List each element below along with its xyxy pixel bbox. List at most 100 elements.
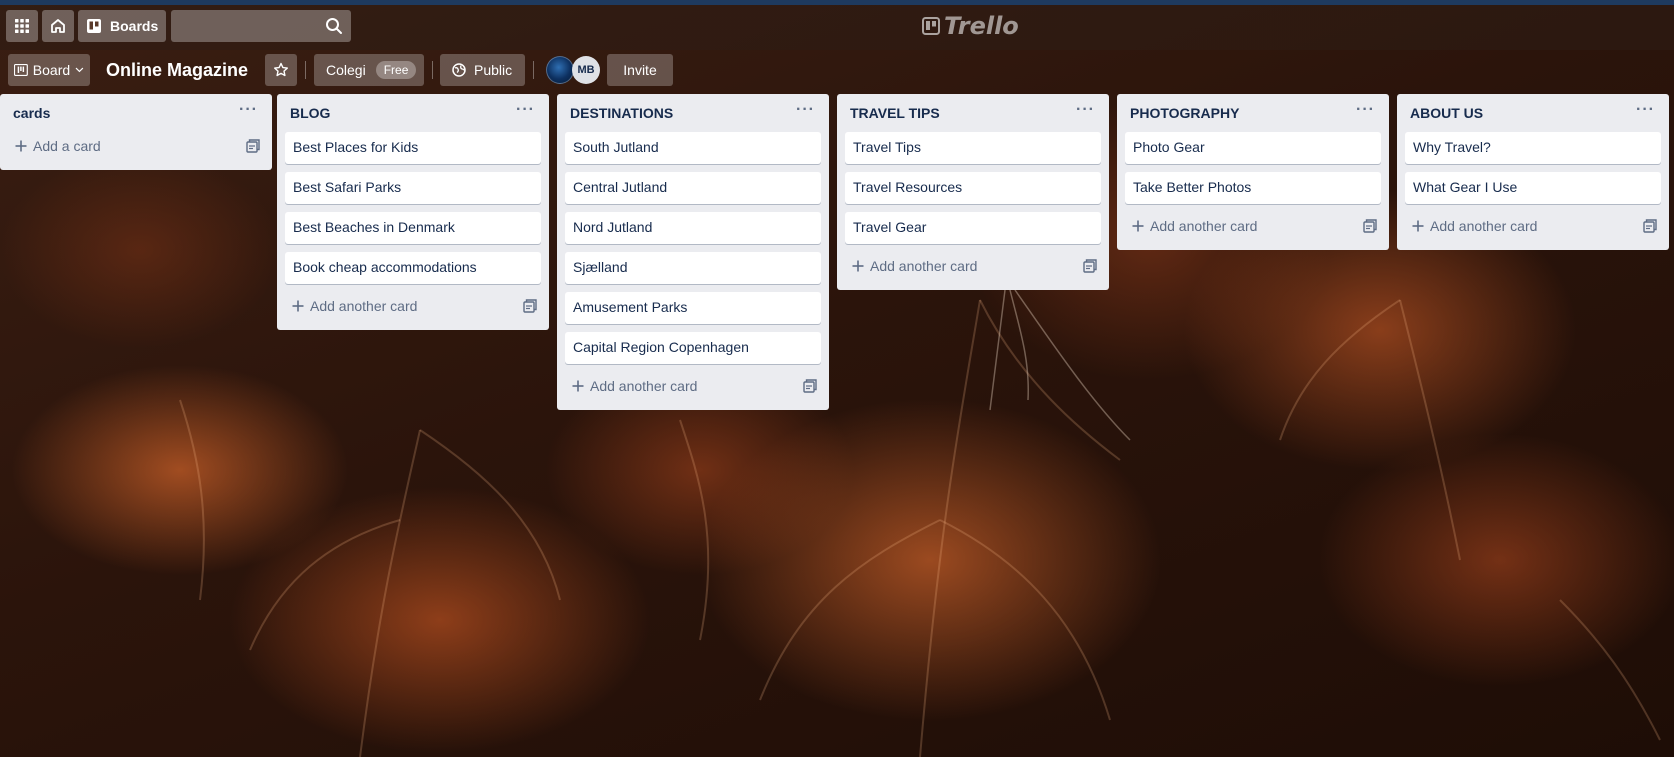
- list-title[interactable]: ABOUT US: [1410, 105, 1483, 121]
- list-title[interactable]: PHOTOGRAPHY: [1130, 105, 1239, 121]
- boards-label: Boards: [110, 18, 159, 34]
- add-card-label: Add another card: [870, 258, 978, 274]
- more-icon[interactable]: ···: [1630, 101, 1661, 125]
- plus-icon: [1132, 220, 1144, 232]
- board-view-label: Board: [32, 62, 71, 78]
- star-icon: [274, 62, 288, 77]
- board-title[interactable]: Online Magazine: [106, 57, 248, 83]
- add-card-button[interactable]: Add another card: [291, 298, 417, 314]
- board-header: Board Online Magazine Colegi Free Public…: [0, 53, 1674, 87]
- add-card-label: Add another card: [1430, 218, 1538, 234]
- list-title[interactable]: BLOG: [290, 105, 330, 121]
- home-button[interactable]: [42, 10, 74, 42]
- more-icon[interactable]: ···: [1070, 101, 1101, 125]
- add-card-row: Add another card: [1125, 210, 1381, 242]
- add-card-button[interactable]: Add another card: [571, 378, 697, 394]
- list-title[interactable]: cards: [13, 105, 50, 121]
- header-divider: [432, 61, 433, 79]
- card[interactable]: Photo Gear: [1125, 132, 1381, 164]
- list: cards ··· Add a card: [0, 94, 272, 170]
- card[interactable]: Best Places for Kids: [285, 132, 541, 164]
- apps-menu-button[interactable]: [6, 10, 38, 42]
- workspace-plan-badge: Free: [375, 61, 417, 79]
- card[interactable]: Why Travel?: [1405, 132, 1661, 164]
- search-input[interactable]: [179, 14, 323, 40]
- globe-icon: [452, 63, 466, 77]
- list-header: BLOG ···: [285, 94, 541, 132]
- list-header: TRAVEL TIPS ···: [845, 94, 1101, 132]
- card[interactable]: Book cheap accommodations: [285, 252, 541, 284]
- member-avatar-photo[interactable]: [546, 56, 574, 84]
- plus-icon: [1412, 220, 1424, 232]
- home-icon: [51, 19, 65, 33]
- search-box[interactable]: [171, 10, 351, 42]
- add-card-row: Add another card: [565, 370, 821, 402]
- card[interactable]: Travel Gear: [845, 212, 1101, 244]
- chevron-down-icon: [75, 67, 84, 73]
- card[interactable]: Nord Jutland: [565, 212, 821, 244]
- workspace-name: Colegi: [326, 62, 366, 78]
- list-title[interactable]: TRAVEL TIPS: [850, 105, 940, 121]
- search-icon[interactable]: [325, 17, 343, 35]
- workspace-button[interactable]: Colegi Free: [314, 54, 424, 86]
- list-title[interactable]: DESTINATIONS: [570, 105, 673, 121]
- more-icon[interactable]: ···: [233, 101, 264, 125]
- visibility-label: Public: [474, 62, 513, 78]
- add-card-row: Add another card: [285, 290, 541, 322]
- card[interactable]: South Jutland: [565, 132, 821, 164]
- list-header: PHOTOGRAPHY ···: [1125, 94, 1381, 132]
- card-template-icon[interactable]: [1083, 259, 1097, 273]
- card[interactable]: Travel Resources: [845, 172, 1101, 204]
- more-icon[interactable]: ···: [510, 101, 541, 125]
- more-icon[interactable]: ···: [790, 101, 821, 125]
- list: TRAVEL TIPS ··· Travel Tips Travel Resource…: [837, 94, 1109, 290]
- card[interactable]: Best Safari Parks: [285, 172, 541, 204]
- board-view-switcher[interactable]: Board: [8, 54, 90, 86]
- trello-logo[interactable]: Trello: [922, 12, 1019, 40]
- card[interactable]: Capital Region Copenhagen: [565, 332, 821, 364]
- list: DESTINATIONS ··· South Jutland Central Jutl…: [557, 94, 829, 410]
- card[interactable]: Take Better Photos: [1125, 172, 1381, 204]
- list: ABOUT US ··· Why Travel? What Gear I Use Add…: [1397, 94, 1669, 250]
- list: BLOG ··· Best Places for Kids Best Safari P…: [277, 94, 549, 330]
- add-card-label: Add another card: [590, 378, 698, 394]
- list-header: ABOUT US ···: [1405, 94, 1661, 132]
- add-card-row: Add another card: [1405, 210, 1661, 242]
- card-template-icon[interactable]: [1643, 219, 1657, 233]
- card-template-icon[interactable]: [1363, 219, 1377, 233]
- invite-button[interactable]: Invite: [607, 54, 673, 86]
- visibility-button[interactable]: Public: [440, 54, 525, 86]
- card[interactable]: What Gear I Use: [1405, 172, 1661, 204]
- trello-logo-icon: [922, 17, 940, 35]
- list-header: cards ···: [8, 94, 264, 132]
- board-view-icon: [14, 64, 28, 76]
- more-icon[interactable]: ···: [1350, 101, 1381, 125]
- top-navigation-bar: Boards Trello: [0, 0, 1674, 50]
- card-template-icon[interactable]: [523, 299, 537, 313]
- add-card-label: Add a card: [33, 138, 101, 154]
- card[interactable]: Amusement Parks: [565, 292, 821, 324]
- card-template-icon[interactable]: [803, 379, 817, 393]
- card[interactable]: Best Beaches in Denmark: [285, 212, 541, 244]
- add-card-row: Add a card: [8, 130, 264, 162]
- plus-icon: [572, 380, 584, 392]
- list-header: DESTINATIONS ···: [565, 94, 821, 132]
- add-card-button[interactable]: Add another card: [1411, 218, 1537, 234]
- card[interactable]: Central Jutland: [565, 172, 821, 204]
- card[interactable]: Sjælland: [565, 252, 821, 284]
- logo-text: Trello: [944, 12, 1019, 40]
- header-divider: [305, 61, 306, 79]
- plus-icon: [292, 300, 304, 312]
- add-card-button[interactable]: Add another card: [1131, 218, 1257, 234]
- add-card-label: Add another card: [310, 298, 418, 314]
- boards-button[interactable]: Boards: [78, 10, 166, 42]
- add-card-button[interactable]: Add a card: [14, 138, 101, 154]
- grid-icon: [15, 19, 29, 33]
- plus-icon: [852, 260, 864, 272]
- star-board-button[interactable]: [265, 54, 297, 86]
- board-icon: [87, 19, 101, 33]
- member-avatar[interactable]: MB: [572, 56, 600, 84]
- card[interactable]: Travel Tips: [845, 132, 1101, 164]
- add-card-button[interactable]: Add another card: [851, 258, 977, 274]
- card-template-icon[interactable]: [246, 139, 260, 153]
